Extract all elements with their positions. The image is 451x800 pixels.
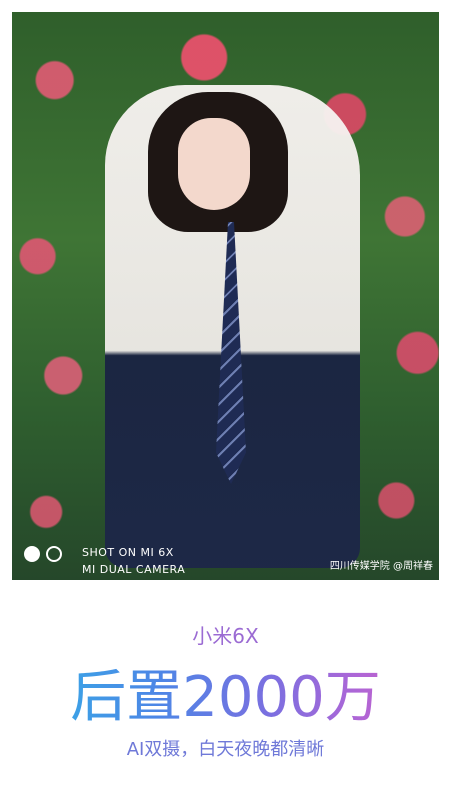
photo-credit: 四川传媒学院 @周祥春: [329, 561, 433, 572]
dual-camera-dots-icon: [24, 546, 62, 562]
brand-label: 小米6X: [192, 624, 259, 648]
camera-dot-filled-icon: [24, 546, 40, 562]
shot-on-text: SHOT ON MI 6X: [82, 546, 174, 559]
camera-dot-outline-icon: [46, 546, 62, 562]
dual-camera-text: MI DUAL CAMERA: [82, 563, 186, 576]
camera-watermark: SHOT ON MI 6X MI DUAL CAMERA: [82, 544, 185, 578]
main-headline: 后置2000万: [0, 652, 451, 733]
sub-headline: AI双摄，白天夜晚都清晰: [126, 739, 325, 760]
photo-face: [178, 118, 250, 210]
